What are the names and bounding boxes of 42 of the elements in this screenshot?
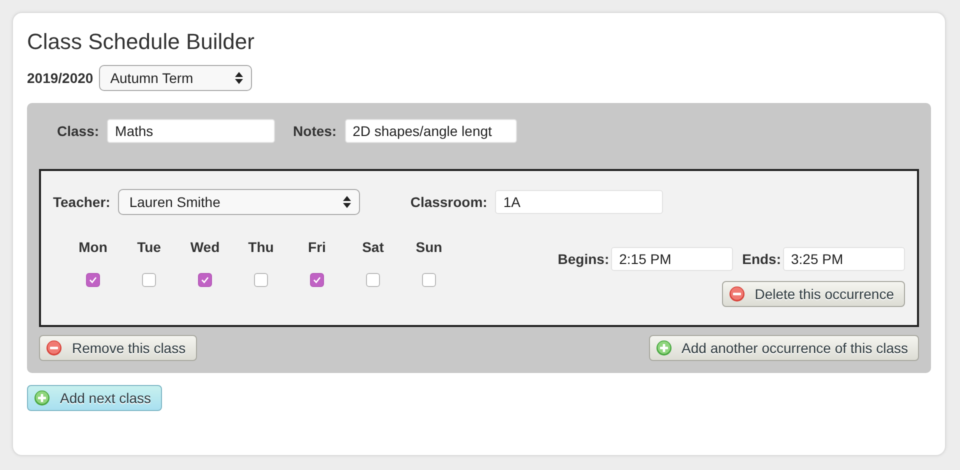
day-label: Sat xyxy=(362,239,384,255)
day-label: Wed xyxy=(190,239,220,255)
day-label: Tue xyxy=(137,239,161,255)
term-select[interactable]: Autumn Term xyxy=(99,65,252,91)
select-arrows-icon xyxy=(343,196,352,208)
page-title: Class Schedule Builder xyxy=(27,29,256,55)
check-icon xyxy=(200,275,210,285)
notes-label: Notes: xyxy=(293,123,337,139)
day-checkbox[interactable] xyxy=(198,273,212,287)
day-label: Mon xyxy=(78,239,108,255)
class-label: Class: xyxy=(57,123,100,139)
day-checkbox[interactable] xyxy=(142,273,156,287)
begins-field[interactable]: 2:15 PM xyxy=(611,247,734,271)
day-checkbox[interactable] xyxy=(422,273,436,287)
remove-button[interactable]: Remove this class xyxy=(39,335,197,361)
plus-icon xyxy=(656,340,672,356)
year-label: 2019/2020 xyxy=(27,70,94,86)
day-label: Sun xyxy=(416,239,442,255)
day-checkbox[interactable] xyxy=(310,273,324,287)
add-button[interactable]: Add next class xyxy=(27,385,162,411)
add-button[interactable]: Add another occurrence of this class xyxy=(648,335,919,361)
remove-button[interactable]: Delete this occurrence xyxy=(722,281,905,307)
day-checkbox[interactable] xyxy=(254,273,268,287)
minus-icon xyxy=(46,340,62,356)
select-arrows-icon xyxy=(235,72,244,84)
notes-field[interactable]: 2D shapes/angle lengt xyxy=(344,119,517,143)
ends-field[interactable]: 3:25 PM xyxy=(783,247,905,271)
plus-icon xyxy=(34,390,50,406)
ends-label: Ends: xyxy=(742,251,781,267)
check-icon xyxy=(88,275,98,285)
begins-label: Begins: xyxy=(558,251,610,267)
classroom-field[interactable]: 1A xyxy=(495,190,664,214)
day-label: Thu xyxy=(248,239,274,255)
class-field[interactable]: Maths xyxy=(107,119,276,143)
classroom-label: Classroom: xyxy=(410,194,488,210)
day-label: Fri xyxy=(308,239,326,255)
day-checkbox[interactable] xyxy=(366,273,380,287)
minus-icon xyxy=(728,286,745,302)
check-icon xyxy=(312,275,322,285)
teacher-select[interactable]: Lauren Smithe xyxy=(118,189,360,215)
teacher-label: Teacher: xyxy=(53,194,110,210)
day-checkbox[interactable] xyxy=(86,273,100,287)
